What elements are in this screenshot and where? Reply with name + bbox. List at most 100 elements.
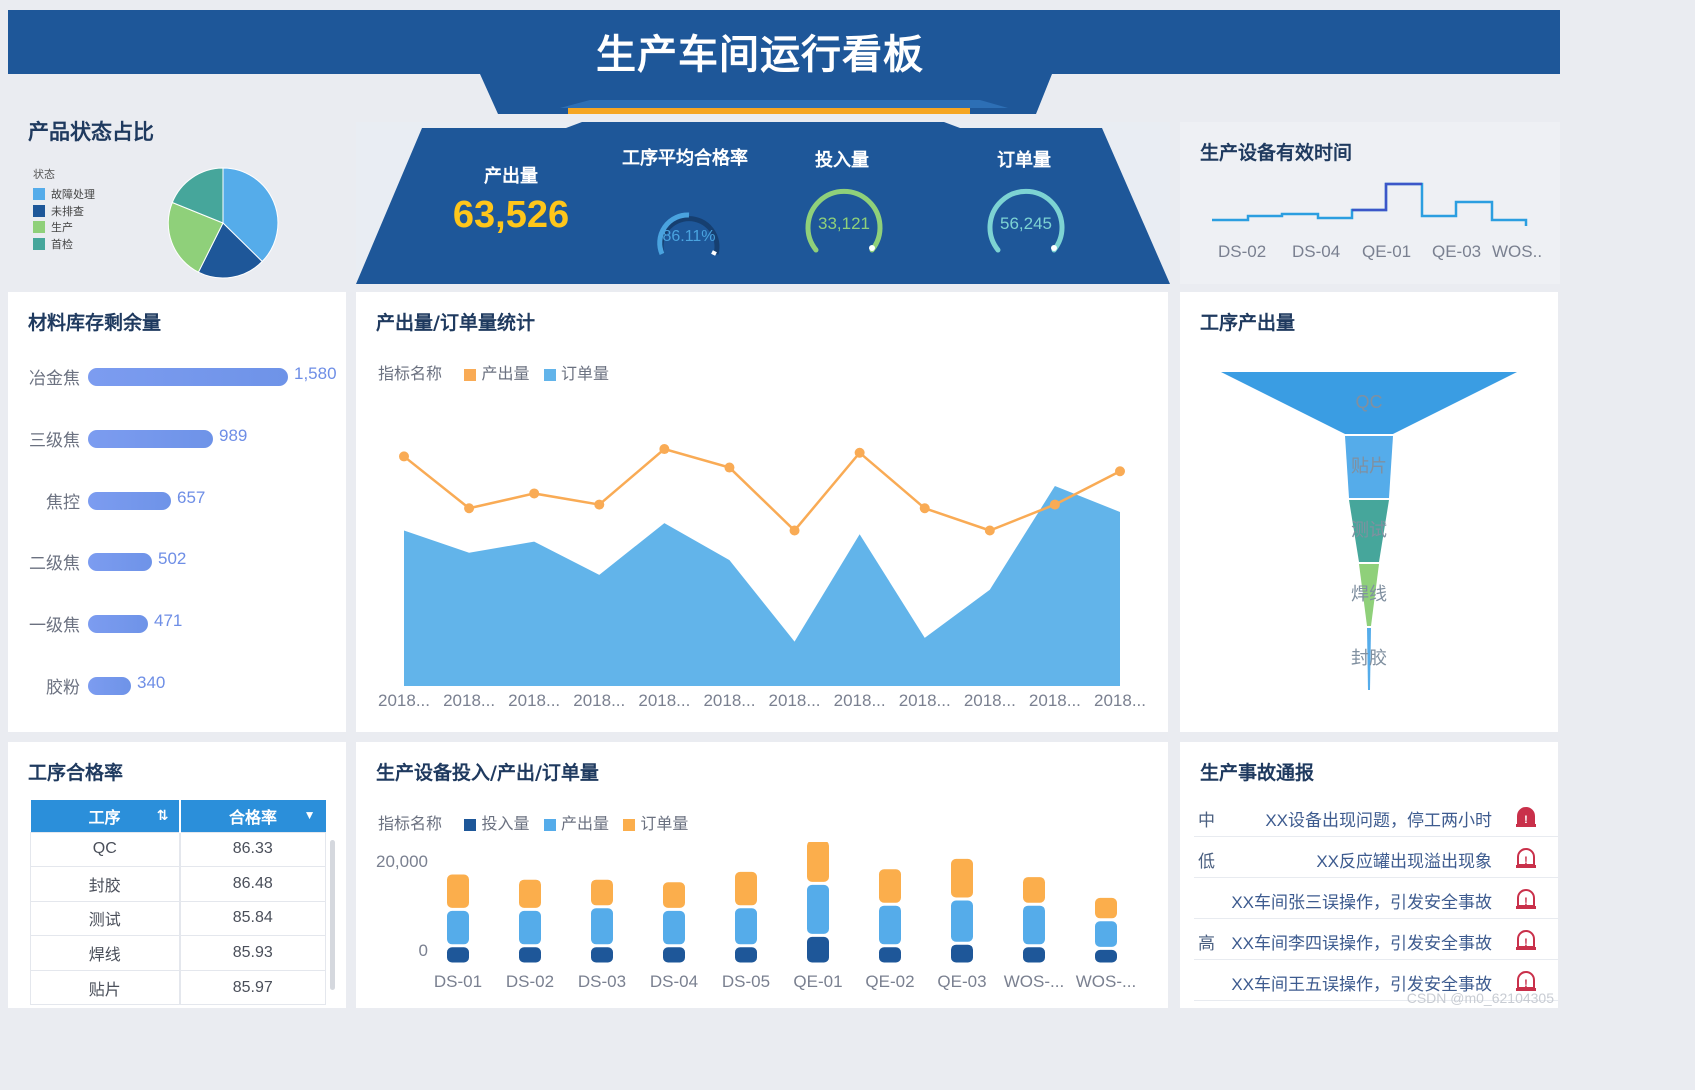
legend-label: 产出量 bbox=[481, 366, 530, 383]
legend-item-order[interactable]: 订单量 bbox=[623, 816, 688, 833]
stacked-bar-segment[interactable] bbox=[1023, 877, 1045, 903]
x-tick-label: DS-05 bbox=[722, 972, 770, 991]
panel-title: 材料库存剩余量 bbox=[28, 312, 162, 334]
x-tick-label: QE-03 bbox=[937, 972, 986, 991]
table-scrollbar[interactable] bbox=[330, 840, 335, 990]
line-series-output[interactable] bbox=[403, 447, 1121, 533]
line-point[interactable] bbox=[594, 499, 605, 510]
stacked-bar-segment[interactable] bbox=[1023, 947, 1045, 963]
accident-row[interactable]: 低 XX反应罐出现溢出现象! bbox=[1194, 837, 1558, 878]
legend-item[interactable]: 故障处理 bbox=[33, 186, 95, 203]
line-point[interactable] bbox=[464, 503, 475, 514]
accident-text: XX设备出现问题，停工两小时 bbox=[1265, 811, 1492, 830]
legend-item[interactable]: 生产 bbox=[33, 219, 95, 236]
area-series-order[interactable] bbox=[404, 486, 1120, 686]
legend-label: 首检 bbox=[51, 238, 73, 251]
legend-swatch bbox=[33, 204, 45, 217]
sort-icon[interactable]: ⇅ bbox=[157, 807, 169, 824]
accident-row[interactable]: 中 XX设备出现问题，停工两小时! bbox=[1194, 796, 1558, 837]
svg-text:!: ! bbox=[1524, 896, 1528, 908]
stacked-bar-segment[interactable] bbox=[807, 842, 829, 882]
legend-item[interactable]: 未排查 bbox=[33, 203, 95, 220]
inventory-bar[interactable] bbox=[88, 368, 288, 386]
equipment-time-section: 生产设备有效时间 DS-02 DS-04 QE-01 QE-03 WOS.. bbox=[1180, 122, 1560, 284]
kpi-output-label: 产出量 bbox=[484, 166, 538, 187]
accident-row[interactable]: XX车间张三误操作，引发安全事故! bbox=[1194, 878, 1558, 919]
inventory-bar[interactable] bbox=[88, 615, 148, 634]
legend-title: 状态 bbox=[33, 169, 55, 181]
stacked-bar-segment[interactable] bbox=[663, 910, 685, 945]
stacked-bar-segment[interactable] bbox=[447, 910, 469, 945]
bar-value-label: 657 bbox=[177, 487, 206, 507]
stacked-bar-segment[interactable] bbox=[519, 947, 541, 963]
stacked-bar-segment[interactable] bbox=[807, 884, 829, 934]
inventory-bar[interactable] bbox=[88, 677, 131, 695]
stacked-bar-segment[interactable] bbox=[879, 905, 901, 945]
line-point[interactable] bbox=[724, 462, 735, 473]
x-tick-label: 2018... bbox=[964, 691, 1016, 710]
stacked-bar-segment[interactable] bbox=[447, 874, 469, 908]
stacked-bar-segment[interactable] bbox=[519, 879, 541, 908]
dropdown-caret-icon[interactable]: ▼ bbox=[304, 808, 316, 822]
line-point[interactable] bbox=[789, 525, 800, 536]
line-point[interactable] bbox=[399, 451, 409, 462]
page-title: 生产车间运行看板 bbox=[596, 32, 924, 78]
stacked-bar-segment[interactable] bbox=[735, 908, 757, 945]
stacked-bar-segment[interactable] bbox=[1023, 905, 1045, 945]
x-tick-label: 2018... bbox=[899, 691, 951, 710]
stacked-bar-segment[interactable] bbox=[1095, 949, 1117, 963]
table-row[interactable]: 贴片 85.97 bbox=[30, 969, 326, 1006]
line-point[interactable] bbox=[659, 444, 670, 455]
stacked-bar-segment[interactable] bbox=[591, 947, 613, 963]
x-tick-label: 2018... bbox=[769, 691, 821, 710]
header: 生产车间运行看板 bbox=[0, 0, 1568, 120]
table-row[interactable]: QC 86.33 bbox=[30, 831, 326, 868]
stacked-bar-segment[interactable] bbox=[807, 936, 829, 963]
equipment-io-stacked-chart: 20,000 0 DS-01 DS-02 DS-03 DS-04 DS-05 QE-01 QE-… bbox=[376, 842, 1136, 991]
stacked-bar-segment[interactable] bbox=[663, 947, 685, 963]
legend-item-input[interactable]: 投入量 bbox=[464, 816, 529, 833]
stacked-bar-segment[interactable] bbox=[519, 910, 541, 945]
line-point[interactable] bbox=[919, 503, 930, 514]
stacked-bar-segment[interactable] bbox=[951, 944, 973, 963]
inventory-bar[interactable] bbox=[88, 553, 152, 572]
legend-item[interactable]: 首检 bbox=[33, 236, 95, 253]
line-point[interactable] bbox=[529, 488, 540, 499]
table-row[interactable]: 封胶 86.48 bbox=[30, 866, 326, 902]
legend-swatch bbox=[464, 818, 477, 831]
stacked-bar-segment[interactable] bbox=[1095, 897, 1117, 919]
legend-item-output[interactable]: 产出量 bbox=[464, 366, 529, 383]
process-cell: 测试 bbox=[30, 900, 181, 937]
legend-item-output[interactable]: 产出量 bbox=[543, 816, 609, 833]
stacked-bar-segment[interactable] bbox=[591, 879, 613, 906]
stacked-bar-segment[interactable] bbox=[879, 869, 901, 903]
accident-row[interactable]: 高 XX车间李四误操作，引发安全事故! bbox=[1194, 919, 1558, 960]
stacked-bar-segment[interactable] bbox=[735, 871, 757, 906]
stacked-bar-segment[interactable] bbox=[663, 882, 685, 908]
stacked-bar-segment[interactable] bbox=[951, 900, 973, 942]
column-header-rate[interactable]: 合格率 ▼ bbox=[180, 800, 326, 832]
rate-cell: 85.93 bbox=[179, 935, 326, 971]
stacked-bar-segment[interactable] bbox=[735, 947, 757, 963]
line-point[interactable] bbox=[1115, 466, 1125, 477]
inventory-bar[interactable] bbox=[88, 429, 213, 448]
legend-label: 故障处理 bbox=[51, 189, 95, 202]
column-header-process[interactable]: 工序 ⇅ bbox=[30, 800, 181, 832]
stacked-bar-segment[interactable] bbox=[447, 947, 469, 963]
x-tick-label: DS-02 bbox=[1218, 242, 1267, 261]
stacked-bar-segment[interactable] bbox=[879, 947, 901, 963]
inventory-panel: 材料库存剩余量 冶金焦 1,580 三级焦 989 焦控 657 二级焦 502 一级焦 471 胶… bbox=[8, 292, 346, 732]
legend-item-order[interactable]: 订单量 bbox=[543, 366, 609, 383]
table-row[interactable]: 测试 85.84 bbox=[30, 900, 326, 937]
stacked-bar-segment[interactable] bbox=[591, 908, 613, 945]
line-point[interactable] bbox=[984, 525, 995, 536]
stacked-bar-segment[interactable] bbox=[951, 858, 973, 898]
legend-swatch bbox=[33, 221, 45, 234]
legend-title: 指标名称 bbox=[378, 366, 443, 383]
inventory-bar[interactable] bbox=[88, 491, 171, 510]
line-point[interactable] bbox=[854, 447, 865, 458]
svg-text:!: ! bbox=[1524, 978, 1528, 990]
table-row[interactable]: 焊线 85.93 bbox=[30, 935, 326, 971]
stacked-bar-segment[interactable] bbox=[1095, 921, 1117, 947]
line-point[interactable] bbox=[1049, 499, 1060, 510]
